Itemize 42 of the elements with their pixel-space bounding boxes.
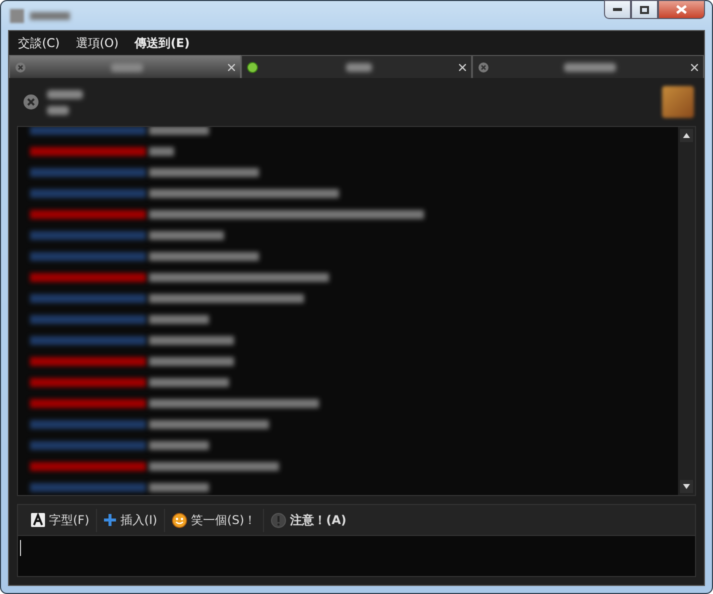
close-icon [676, 5, 687, 14]
redacted-text [47, 90, 83, 98]
redacted-text [149, 147, 174, 156]
minimize-button[interactable] [604, 0, 631, 19]
offline-icon [478, 62, 490, 72]
online-icon [246, 62, 258, 72]
redacted-text [30, 12, 70, 20]
chat-tab[interactable] [9, 55, 241, 78]
app-icon [10, 8, 24, 22]
redacted-text [149, 483, 209, 492]
toolbar-button[interactable]: 插入(I) [97, 508, 166, 532]
close-icon[interactable] [228, 64, 235, 70]
chat-tab[interactable] [240, 55, 472, 78]
font-icon [31, 513, 45, 527]
menu-item[interactable]: 交談(C) [18, 35, 60, 51]
maximize-button[interactable] [631, 0, 658, 19]
close-icon[interactable] [691, 64, 698, 70]
maximize-icon [640, 6, 649, 14]
chat-tab[interactable] [472, 55, 704, 78]
offline-icon [15, 62, 26, 72]
smiley-icon [172, 512, 188, 528]
redacted-text [149, 315, 209, 324]
redacted-text [346, 62, 372, 72]
redacted-text [149, 127, 209, 135]
redacted-text [564, 62, 616, 72]
menu-item[interactable]: 傳送到(E) [134, 35, 190, 51]
avatar-image [662, 86, 694, 118]
toolbar-button[interactable]: 笑一個(S)！ [165, 508, 264, 532]
toolbar-button[interactable]: 字型(F) [24, 508, 98, 532]
toolbar-button[interactable]: 注意！(A) [264, 508, 354, 532]
offline-icon [23, 94, 39, 110]
plus-icon [104, 514, 116, 526]
menu-item[interactable]: 選項(O) [76, 35, 119, 51]
redacted-text [149, 441, 209, 450]
message-input-field[interactable] [17, 535, 696, 577]
close-button[interactable] [658, 0, 705, 19]
alert-icon [271, 512, 286, 528]
redacted-text [47, 106, 69, 114]
minimize-icon [613, 8, 622, 11]
scroll-bar[interactable] [678, 127, 695, 495]
close-icon[interactable] [459, 64, 466, 70]
redacted-text [110, 62, 143, 72]
